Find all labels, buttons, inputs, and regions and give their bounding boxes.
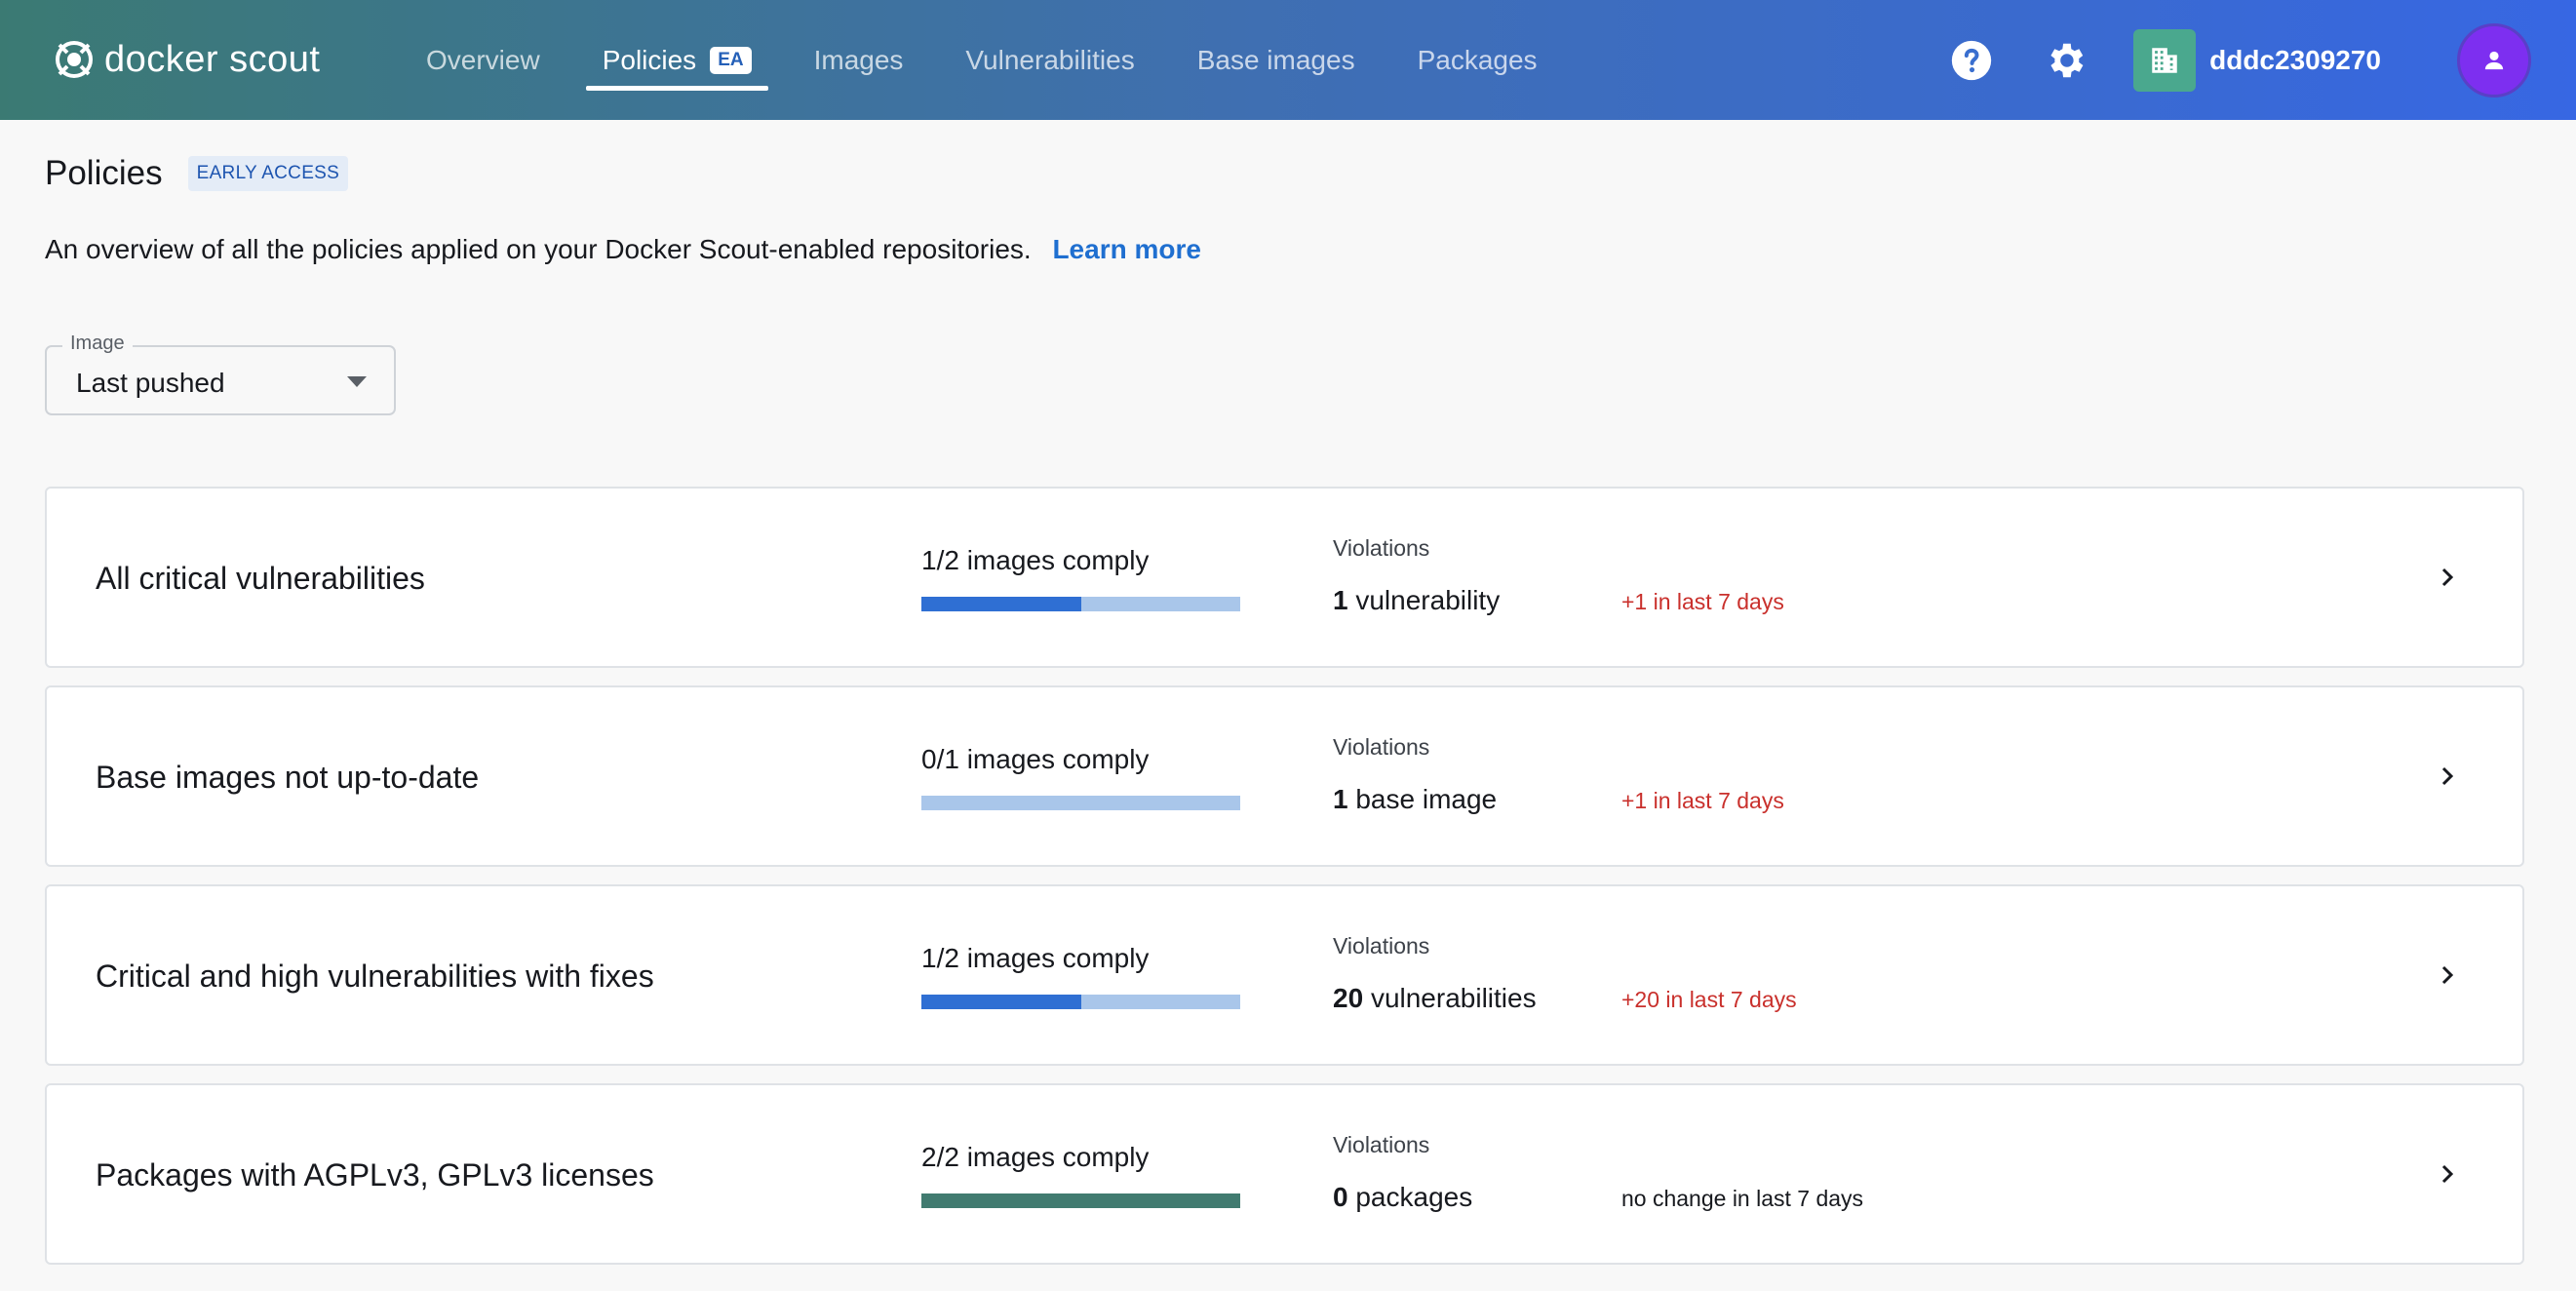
violations-delta: no change in last 7 days	[1621, 1186, 1864, 1211]
policy-card[interactable]: All critical vulnerabilities 1/2 images …	[45, 487, 2524, 668]
compliance-bar	[921, 1193, 1240, 1208]
violations-value: 1 base image	[1333, 784, 1497, 815]
ea-badge: EA	[710, 46, 752, 74]
violations-label: Violations	[1333, 933, 1430, 958]
violations-unit: base image	[1355, 784, 1498, 814]
violations-label: Violations	[1333, 1132, 1430, 1157]
docker-scout-logo-icon	[56, 41, 93, 78]
chevron-right-icon[interactable]	[2440, 567, 2454, 588]
compliance-bar	[921, 597, 1240, 611]
tab-label: Vulnerabilities	[965, 44, 1135, 75]
chevron-right-icon[interactable]	[2440, 765, 2454, 787]
comply-text: 0/1 images comply	[921, 744, 1150, 774]
violations-delta: +1 in last 7 days	[1621, 589, 1784, 614]
tab-packages[interactable]: Packages	[1401, 0, 1554, 120]
violations-label: Violations	[1333, 734, 1430, 760]
compliance-bar	[921, 995, 1240, 1009]
org-name: dddc2309270	[2209, 44, 2381, 75]
tab-label: Base images	[1196, 44, 1355, 75]
logo-text: docker scout	[104, 38, 321, 80]
violations-label: Violations	[1333, 535, 1430, 561]
tab-label: Policies	[602, 44, 697, 75]
policy-card[interactable]: Base images not up-to-date 0/1 images co…	[45, 685, 2524, 867]
policy-name: Packages with AGPLv3, GPLv3 licenses	[96, 1157, 654, 1193]
violations-delta: +20 in last 7 days	[1621, 987, 1797, 1012]
tab-label: Packages	[1417, 44, 1538, 75]
image-select-label: Image	[62, 333, 133, 355]
comply-text: 1/2 images comply	[921, 545, 1150, 575]
image-select-value: Last pushed	[76, 368, 225, 398]
early-access-badge: EARLY ACCESS	[187, 156, 349, 191]
violations-count: 1	[1333, 784, 1348, 814]
violations-unit: vulnerability	[1355, 585, 1501, 615]
violations-unit: vulnerabilities	[1370, 983, 1537, 1013]
page-title: Policies	[45, 154, 163, 192]
main-nav: Overview Policies EA Images Vulnerabilit…	[410, 0, 1583, 120]
chevron-right-icon[interactable]	[2440, 1163, 2454, 1185]
caret-down-icon	[347, 376, 367, 387]
violations-count: 1	[1333, 585, 1348, 615]
learn-more-link[interactable]: Learn more	[1052, 234, 1201, 264]
violations-unit: packages	[1355, 1182, 1473, 1212]
docker-scout-logo[interactable]: docker scout	[54, 35, 320, 84]
violations-value: 0 packages	[1333, 1182, 1472, 1213]
header-actions: dddc2309270	[1946, 0, 2531, 120]
compliance-bar-fill	[921, 995, 1081, 1009]
image-select[interactable]: Image Last pushed	[45, 333, 396, 415]
compliance-bar-fill	[921, 1193, 1240, 1208]
policy-name: All critical vulnerabilities	[96, 561, 425, 596]
tab-base-images[interactable]: Base images	[1181, 0, 1372, 120]
person-icon	[2484, 51, 2504, 69]
violations-value: 1 vulnerability	[1333, 585, 1500, 616]
top-navigation-bar: docker scout Overview Policies EA Images…	[0, 0, 2576, 120]
comply-text: 1/2 images comply	[921, 943, 1150, 973]
policy-card[interactable]: Packages with AGPLv3, GPLv3 licenses 2/2…	[45, 1083, 2524, 1265]
violations-delta: +1 in last 7 days	[1621, 788, 1784, 813]
compliance-bar	[921, 796, 1240, 810]
violations-value: 20 vulnerabilities	[1333, 983, 1537, 1014]
building-icon	[2133, 28, 2197, 92]
policy-name: Base images not up-to-date	[96, 760, 480, 795]
page-title-row: Policies EARLY ACCESS	[45, 154, 349, 193]
tab-policies[interactable]: Policies EA	[585, 0, 768, 120]
user-avatar[interactable]	[2457, 22, 2531, 98]
tab-images[interactable]: Images	[798, 0, 920, 120]
gear-icon[interactable]	[2040, 35, 2090, 86]
compliance-bar-fill	[921, 597, 1081, 611]
chevron-right-icon[interactable]	[2440, 964, 2454, 986]
violations-count: 20	[1333, 983, 1364, 1013]
tab-vulnerabilities[interactable]: Vulnerabilities	[949, 0, 1151, 120]
policy-card[interactable]: Critical and high vulnerabilities with f…	[45, 884, 2524, 1066]
tab-overview[interactable]: Overview	[410, 0, 557, 120]
org-switcher[interactable]: dddc2309270	[2133, 28, 2381, 92]
help-circle-icon[interactable]	[1946, 35, 1997, 86]
page-intro: An overview of all the policies applied …	[45, 234, 1201, 265]
tab-label: Overview	[426, 44, 540, 75]
intro-text: An overview of all the policies applied …	[45, 234, 1032, 264]
violations-count: 0	[1333, 1182, 1348, 1212]
comply-text: 2/2 images comply	[921, 1142, 1150, 1172]
policy-name: Critical and high vulnerabilities with f…	[96, 958, 654, 994]
tab-label: Images	[813, 44, 904, 75]
